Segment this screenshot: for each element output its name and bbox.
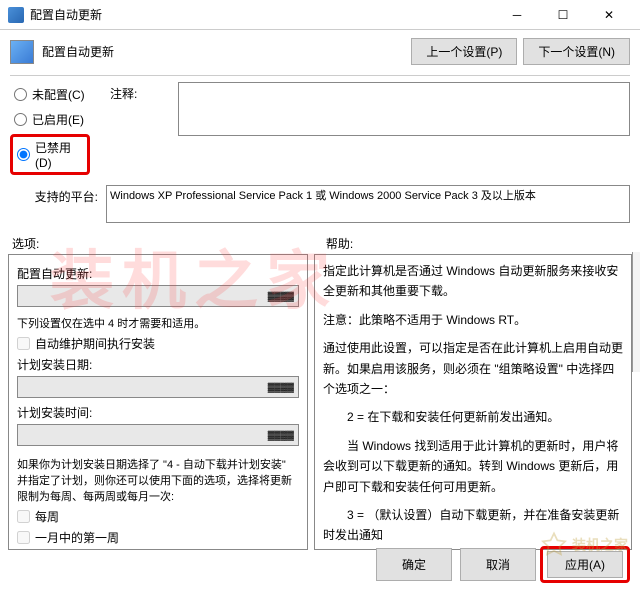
comment-textbox[interactable] bbox=[178, 82, 630, 136]
app-icon bbox=[8, 7, 24, 23]
help-text: 通过使用此设置，可以指定是否在此计算机上启用自动更新。如果启用该服务，则必须在 … bbox=[323, 338, 623, 399]
panes: 配置自动更新: ▓▓▓▓ 下列设置仅在选中 4 时才需要和适用。 自动维护期间执… bbox=[0, 254, 640, 550]
policy-icon bbox=[10, 40, 34, 64]
config-update-dropdown[interactable]: ▓▓▓▓ bbox=[17, 285, 299, 307]
state-radio-group: 未配置(C) 已启用(E) 已禁用(D) bbox=[0, 78, 100, 181]
comment-label: 注释: bbox=[110, 82, 170, 102]
radio-disabled[interactable]: 已禁用(D) bbox=[17, 139, 83, 170]
right-edge-fragment bbox=[632, 252, 640, 372]
highlight-apply: 应用(A) bbox=[540, 546, 630, 583]
chk-first-week[interactable]: 一月中的第一周 bbox=[17, 529, 299, 546]
dialog-footer: 确定 取消 应用(A) bbox=[376, 548, 626, 581]
options-pane: 配置自动更新: ▓▓▓▓ 下列设置仅在选中 4 时才需要和适用。 自动维护期间执… bbox=[8, 254, 308, 550]
subheader: 配置自动更新 上一个设置(P) 下一个设置(N) bbox=[0, 30, 640, 73]
ok-button[interactable]: 确定 bbox=[376, 548, 452, 581]
comment-row: 注释: bbox=[100, 78, 640, 140]
divider bbox=[10, 75, 630, 76]
options-note: 下列设置仅在选中 4 时才需要和适用。 bbox=[17, 315, 299, 331]
help-text: 注意：此策略不适用于 Windows RT。 bbox=[323, 310, 623, 330]
titlebar: 配置自动更新 ─ ☐ ✕ bbox=[0, 0, 640, 30]
cancel-button[interactable]: 取消 bbox=[460, 548, 536, 581]
minimize-button[interactable]: ─ bbox=[494, 0, 540, 30]
chevron-down-icon: ▓▓▓▓ bbox=[268, 430, 294, 440]
options-long-note: 如果你为计划安装日期选择了 "4 - 自动下载并计划安装" 并指定了计划，则你还… bbox=[17, 456, 299, 504]
close-button[interactable]: ✕ bbox=[586, 0, 632, 30]
subhead-title: 配置自动更新 bbox=[42, 43, 114, 60]
options-header: 选项: bbox=[12, 235, 314, 252]
chevron-down-icon: ▓▓▓▓ bbox=[268, 382, 294, 392]
platform-label: 支持的平台: bbox=[10, 185, 98, 205]
sched-time-label: 计划安装时间: bbox=[17, 404, 299, 421]
platform-textbox: Windows XP Professional Service Pack 1 或… bbox=[106, 185, 630, 223]
sched-day-dropdown[interactable]: ▓▓▓▓ bbox=[17, 376, 299, 398]
config-update-label: 配置自动更新: bbox=[17, 265, 299, 282]
window-controls: ─ ☐ ✕ bbox=[494, 0, 632, 30]
window-title: 配置自动更新 bbox=[30, 6, 494, 23]
platform-row: 支持的平台: Windows XP Professional Service P… bbox=[0, 181, 640, 229]
maximize-button[interactable]: ☐ bbox=[540, 0, 586, 30]
radio-enabled[interactable]: 已启用(E) bbox=[14, 111, 86, 128]
pane-headers: 选项: 帮助: bbox=[0, 229, 640, 254]
prev-setting-button[interactable]: 上一个设置(P) bbox=[411, 38, 517, 65]
help-text: 2 = 在下载和安装任何更新前发出通知。 bbox=[323, 407, 623, 427]
chk-weekly[interactable]: 每周 bbox=[17, 508, 299, 525]
help-header: 帮助: bbox=[314, 235, 628, 252]
apply-button[interactable]: 应用(A) bbox=[547, 551, 623, 578]
sched-time-dropdown[interactable]: ▓▓▓▓ bbox=[17, 424, 299, 446]
help-text: 指定此计算机是否通过 Windows 自动更新服务来接收安全更新和其他重要下载。 bbox=[323, 261, 623, 302]
help-text: 当 Windows 找到适用于此计算机的更新时，用户将会收到可以下载更新的通知。… bbox=[323, 436, 623, 497]
help-text: 3 = （默认设置）自动下载更新，并在准备安装更新时发出通知 bbox=[323, 505, 623, 546]
chk-maintenance[interactable]: 自动维护期间执行安装 bbox=[17, 335, 299, 352]
chevron-down-icon: ▓▓▓▓ bbox=[268, 291, 294, 301]
next-setting-button[interactable]: 下一个设置(N) bbox=[523, 38, 630, 65]
radio-not-configured[interactable]: 未配置(C) bbox=[14, 86, 86, 103]
sched-day-label: 计划安装日期: bbox=[17, 356, 299, 373]
highlight-disabled: 已禁用(D) bbox=[10, 134, 90, 175]
help-pane: 指定此计算机是否通过 Windows 自动更新服务来接收安全更新和其他重要下载。… bbox=[314, 254, 632, 550]
